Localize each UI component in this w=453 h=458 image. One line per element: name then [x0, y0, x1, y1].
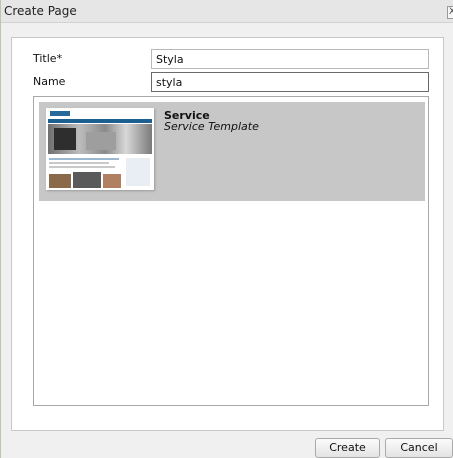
title-input[interactable]: [151, 49, 429, 69]
name-field-label: Name: [33, 75, 66, 88]
title-field-label: Title*: [33, 52, 63, 65]
dialog-titlebar[interactable]: Create Page X: [1, 0, 453, 23]
template-list[interactable]: Service Service Template: [33, 96, 429, 406]
name-input[interactable]: [151, 72, 429, 92]
template-item-service[interactable]: Service Service Template: [39, 102, 425, 201]
service-template-thumbnail: [46, 108, 154, 190]
create-page-dialog: Create Page X Title* Name Servi: [0, 0, 453, 458]
template-description: Service Template: [164, 120, 259, 133]
close-icon[interactable]: X: [447, 6, 453, 19]
cancel-button[interactable]: Cancel: [385, 438, 453, 458]
create-button[interactable]: Create: [315, 438, 380, 458]
dialog-title: Create Page: [4, 4, 77, 18]
